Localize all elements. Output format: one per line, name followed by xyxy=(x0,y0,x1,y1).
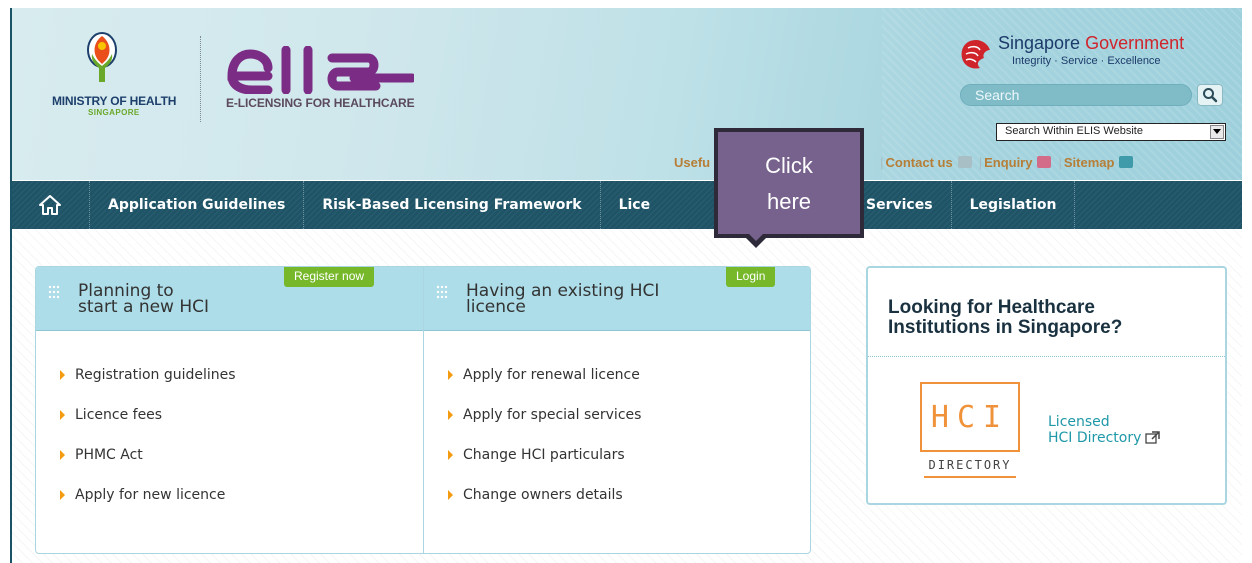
enquiry-link[interactable]: Enquiry xyxy=(984,155,1032,170)
hci-directory-logo[interactable]: HCI DIRECTORY xyxy=(920,382,1020,478)
nav-risk-based-licensing[interactable]: Risk-Based Licensing Framework xyxy=(304,181,601,229)
external-link-icon xyxy=(1145,431,1161,444)
hci-logo-underline xyxy=(924,476,1016,478)
hci-logo-subtext: DIRECTORY xyxy=(928,458,1012,472)
gov-motto: Integrity · Service · Excellence xyxy=(1012,55,1161,67)
licence-panel: Planning to start a new HCI Register now… xyxy=(35,266,811,554)
useful-links[interactable]: Usefu xyxy=(674,155,710,170)
moh-subtitle: SINGAPORE xyxy=(88,108,140,117)
nav-application-guidelines[interactable]: Application Guidelines xyxy=(90,181,305,229)
link-licence-fees[interactable]: Licence fees xyxy=(60,407,236,447)
arrow-bullet-icon xyxy=(60,370,65,380)
existing-hci-header: Having an existing HCI licence Login xyxy=(424,267,810,331)
search-icon xyxy=(1203,88,1218,103)
util-separator: | xyxy=(1058,155,1062,170)
link-phmc-act[interactable]: PHMC Act xyxy=(60,447,236,487)
new-hci-header: Planning to start a new HCI Register now xyxy=(36,267,423,331)
elis-subtitle: E-LICENSING FOR HEALTHCARE xyxy=(226,96,415,110)
link-registration-guidelines[interactable]: Registration guidelines xyxy=(60,367,236,407)
util-separator: | xyxy=(880,155,884,170)
licensed-hci-directory-link[interactable]: Licensed HCI Directory xyxy=(1048,414,1161,446)
link-change-owners-details[interactable]: Change owners details xyxy=(448,487,641,527)
gov-title-singapore: Singapore xyxy=(998,33,1081,53)
sitemap-icon xyxy=(1119,156,1134,168)
link-label: PHMC Act xyxy=(75,447,143,463)
search-scope-select[interactable]: Search Within ELIS Website xyxy=(996,123,1226,141)
arrow-bullet-icon xyxy=(448,370,453,380)
contact-us-link[interactable]: Contact us xyxy=(886,155,953,170)
grip-dots-icon xyxy=(48,285,60,299)
arrow-bullet-icon xyxy=(60,410,65,420)
util-separator: | xyxy=(978,155,983,170)
logo-divider xyxy=(200,36,201,122)
gov-title: Singapore Government xyxy=(998,33,1184,54)
left-border xyxy=(10,8,12,563)
link-apply-renewal-licence[interactable]: Apply for renewal licence xyxy=(448,367,641,407)
gov-title-government: Government xyxy=(1085,33,1185,53)
phone-icon xyxy=(957,156,972,168)
moh-logo-icon[interactable] xyxy=(82,28,122,84)
lion-head-icon[interactable] xyxy=(958,38,994,72)
tooltip-line-1: Click xyxy=(765,153,813,178)
link-label: Apply for special services xyxy=(463,407,642,423)
existing-hci-links: Apply for renewal licence Apply for spec… xyxy=(448,367,641,527)
moh-title: MINISTRY OF HEALTH xyxy=(52,94,177,108)
grip-dots-icon xyxy=(436,285,448,299)
register-now-button[interactable]: Register now xyxy=(284,267,375,287)
search-button[interactable] xyxy=(1197,84,1223,106)
hci-directory-link-label: Licensed HCI Directory xyxy=(1048,414,1142,446)
link-label: Licence fees xyxy=(75,407,163,423)
arrow-bullet-icon xyxy=(448,450,453,460)
link-change-hci-particulars[interactable]: Change HCI particulars xyxy=(448,447,641,487)
sitemap-link[interactable]: Sitemap xyxy=(1064,155,1115,170)
link-label: Registration guidelines xyxy=(75,367,236,383)
chat-icon xyxy=(1037,156,1052,168)
login-button[interactable]: Login xyxy=(726,267,776,287)
link-label: Change HCI particulars xyxy=(463,447,625,463)
hci-logo-box: HCI xyxy=(920,382,1020,452)
nav-legislation[interactable]: Legislation xyxy=(952,181,1076,229)
hci-directory-title: Looking for Healthcare Institutions in S… xyxy=(888,297,1123,338)
main-nav: Application Guidelines Risk-Based Licens… xyxy=(10,181,1242,229)
arrow-bullet-icon xyxy=(60,490,65,500)
link-apply-special-services[interactable]: Apply for special services xyxy=(448,407,641,447)
chevron-down-icon[interactable] xyxy=(1210,125,1224,139)
arrow-bullet-icon xyxy=(448,490,453,500)
new-hci-links: Registration guidelines Licence fees PHM… xyxy=(60,367,236,527)
existing-hci-title: Having an existing HCI licence xyxy=(466,281,660,317)
arrow-bullet-icon xyxy=(448,410,453,420)
new-hci-title: Planning to start a new HCI xyxy=(78,281,210,317)
link-label: Change owners details xyxy=(463,487,623,503)
tooltip-line-2: here xyxy=(766,189,812,214)
home-icon xyxy=(38,195,61,215)
divider xyxy=(868,356,1225,357)
elis-logo-icon[interactable] xyxy=(226,46,414,94)
search-scope-value: Search Within ELIS Website xyxy=(1005,125,1143,137)
search-input[interactable]: Search xyxy=(960,84,1192,106)
new-hci-column: Planning to start a new HCI Register now… xyxy=(36,267,424,553)
hci-directory-panel: Looking for Healthcare Institutions in S… xyxy=(866,266,1227,505)
click-here-tooltip: Click here xyxy=(714,128,864,238)
tooltip-pointer-fill xyxy=(747,232,765,241)
existing-hci-column: Having an existing HCI licence Login App… xyxy=(424,267,810,553)
link-apply-new-licence[interactable]: Apply for new licence xyxy=(60,487,236,527)
link-label: Apply for renewal licence xyxy=(463,367,640,383)
arrow-bullet-icon xyxy=(60,450,65,460)
link-label: Apply for new licence xyxy=(75,487,226,503)
nav-home[interactable] xyxy=(10,181,90,229)
